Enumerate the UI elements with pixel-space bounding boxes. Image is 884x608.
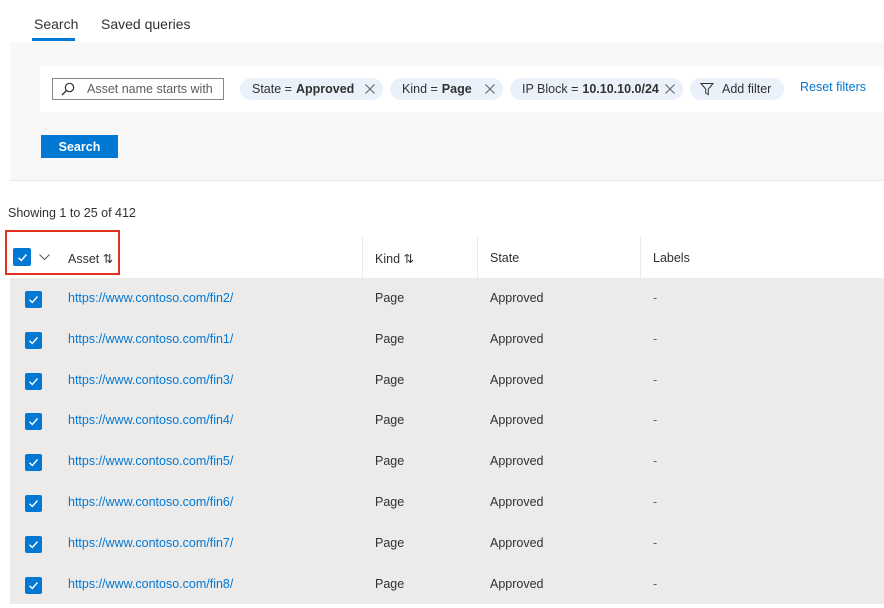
asset-link[interactable]: https://www.contoso.com/fin7/: [68, 536, 233, 550]
kind-cell: Page: [375, 331, 405, 346]
labels-cell: -: [653, 494, 658, 509]
table-row[interactable]: https://www.contoso.com/fin6/ Page Appro…: [10, 482, 884, 523]
filter-panel: State =Approved Kind =Page IP Block =10.…: [10, 42, 884, 181]
asset-link[interactable]: https://www.contoso.com/fin4/: [68, 413, 233, 427]
row-checkbox[interactable]: [25, 494, 42, 512]
search-input[interactable]: [87, 81, 221, 97]
filter-value: Page: [441, 82, 472, 96]
checkmark-icon: [29, 296, 39, 304]
labels-cell: -: [653, 535, 658, 550]
asset-link[interactable]: https://www.contoso.com/fin5/: [68, 454, 233, 468]
state-cell: Approved: [490, 454, 544, 469]
state-cell: Approved: [490, 535, 544, 550]
row-checkbox[interactable]: [25, 372, 42, 390]
labels-cell: -: [653, 576, 658, 591]
close-icon[interactable]: [665, 84, 675, 94]
column-divider: [477, 237, 478, 278]
table-row[interactable]: https://www.contoso.com/fin3/ Page Appro…: [10, 360, 884, 401]
search-box[interactable]: [52, 78, 224, 100]
kind-cell: Page: [375, 372, 405, 387]
state-cell: Approved: [490, 576, 544, 591]
asset-link[interactable]: https://www.contoso.com/fin8/: [68, 577, 233, 591]
checkmark-icon: [29, 459, 39, 467]
state-cell: Approved: [490, 331, 544, 346]
close-icon[interactable]: [365, 84, 375, 94]
filter-pill-state[interactable]: State = Approved: [240, 78, 383, 100]
table-row[interactable]: https://www.contoso.com/fin5/ Page Appro…: [10, 441, 884, 482]
state-cell: Approved: [490, 494, 544, 509]
tab-search[interactable]: Search: [34, 16, 78, 32]
kind-cell: Page: [375, 454, 405, 469]
checkmark-icon: [29, 377, 39, 386]
checkmark-icon: [29, 500, 39, 508]
labels-cell: -: [653, 413, 658, 428]
checkmark-icon: [29, 581, 39, 590]
search-icon: [61, 82, 75, 96]
table-header: Asset ⇅ Kind ⇅ State Labels: [5, 230, 884, 279]
kind-cell: Page: [375, 494, 405, 509]
checkmark-icon: [29, 540, 39, 549]
checkmark-icon: [29, 418, 39, 426]
tab-saved-queries[interactable]: Saved queries: [101, 16, 191, 32]
labels-cell: -: [653, 331, 658, 346]
column-divider: [640, 237, 641, 278]
labels-cell: -: [653, 291, 658, 305]
active-tab-indicator: [32, 38, 75, 41]
asset-link[interactable]: https://www.contoso.com/fin2/: [68, 291, 233, 305]
row-checkbox[interactable]: [25, 331, 42, 349]
kind-cell: Page: [375, 413, 405, 428]
filter-pill-ip-block[interactable]: IP Block = 10.10.10.0/24: [510, 78, 683, 100]
table-body: https://www.contoso.com/fin2/ Page Appro…: [10, 278, 884, 605]
row-checkbox[interactable]: [25, 576, 42, 594]
checkmark-icon: [29, 336, 39, 345]
kind-cell: Page: [375, 535, 405, 550]
state-cell: Approved: [490, 372, 544, 387]
asset-link[interactable]: https://www.contoso.com/fin6/: [68, 495, 233, 509]
row-checkbox[interactable]: [25, 291, 42, 308]
search-button[interactable]: Search: [41, 135, 118, 158]
table-row[interactable]: https://www.contoso.com/fin2/ Page Appro…: [10, 278, 884, 319]
filter-key: State =: [252, 82, 292, 96]
asset-link[interactable]: https://www.contoso.com/fin1/: [68, 332, 233, 346]
filter-value: 10.10.10.0/24: [582, 82, 659, 96]
labels-cell: -: [653, 454, 658, 469]
filter-icon: [700, 83, 714, 96]
filter-value: Approved: [295, 82, 355, 96]
asset-link[interactable]: https://www.contoso.com/fin3/: [68, 373, 233, 387]
column-header-asset[interactable]: Asset ⇅: [68, 251, 113, 266]
filter-key: Kind =: [402, 82, 438, 96]
column-divider: [362, 237, 363, 278]
filter-bar: State =Approved Kind =Page IP Block =10.…: [40, 66, 884, 112]
filter-key: IP Block =: [522, 82, 579, 96]
row-checkbox[interactable]: [25, 535, 42, 553]
state-cell: Approved: [490, 291, 544, 305]
labels-cell: -: [653, 372, 658, 387]
reset-filters-link[interactable]: Reset filters: [800, 80, 866, 94]
tab-bar: Search Saved queries: [0, 0, 884, 42]
row-checkbox[interactable]: [25, 413, 42, 431]
add-filter-label: Add filter: [722, 82, 772, 96]
filter-pill-kind[interactable]: Kind = Page: [390, 78, 503, 100]
column-header-state: State: [490, 251, 520, 265]
table-row[interactable]: https://www.contoso.com/fin7/ Page Appro…: [10, 523, 884, 564]
table-row[interactable]: https://www.contoso.com/fin8/ Page Appro…: [10, 564, 884, 605]
column-header-labels: Labels: [653, 251, 690, 265]
kind-cell: Page: [375, 291, 405, 305]
column-header-kind[interactable]: Kind ⇅: [375, 251, 414, 266]
table-row[interactable]: https://www.contoso.com/fin4/ Page Appro…: [10, 400, 884, 441]
results-count: Showing 1 to 25 of 412: [8, 206, 136, 220]
add-filter-button[interactable]: Add filter: [690, 78, 784, 100]
state-cell: Approved: [490, 413, 544, 428]
kind-cell: Page: [375, 576, 405, 591]
table-row[interactable]: https://www.contoso.com/fin1/ Page Appro…: [10, 319, 884, 360]
row-checkbox[interactable]: [25, 454, 42, 472]
close-icon[interactable]: [485, 84, 495, 94]
